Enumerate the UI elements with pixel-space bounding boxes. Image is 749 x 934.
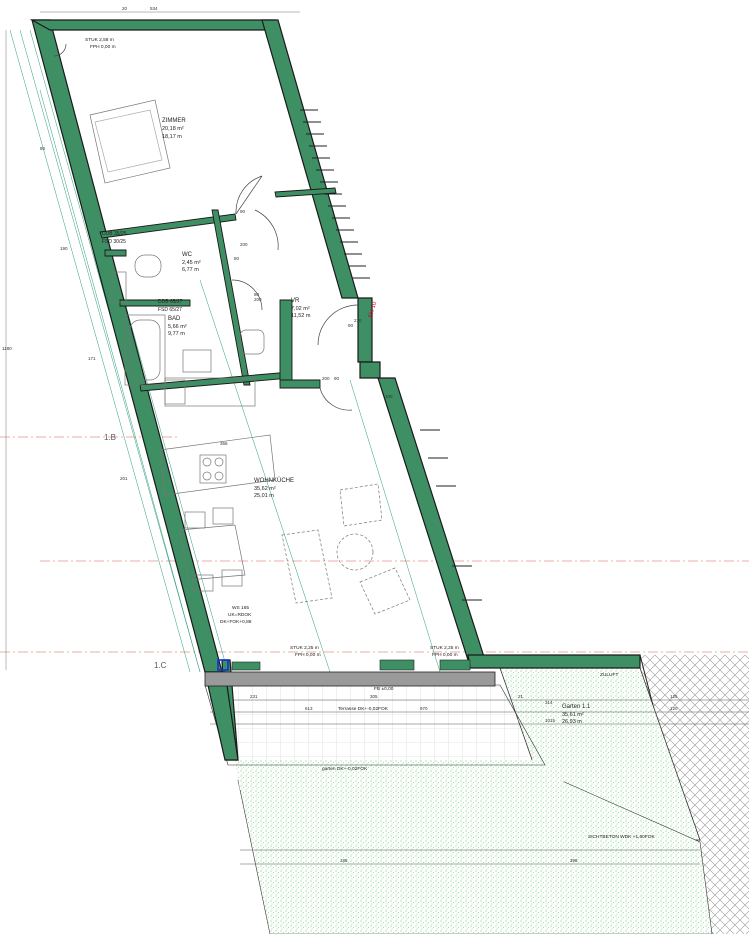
room-wc: WC 2,45 m² 6,77 m bbox=[182, 252, 201, 273]
dim-text: 970 bbox=[420, 706, 428, 711]
balcony-ticks bbox=[300, 109, 482, 601]
stuk-label: STUK 2,25 m bbox=[430, 645, 459, 651]
room-area: 7,02 m² bbox=[291, 306, 310, 312]
dim-text: 201 bbox=[120, 476, 128, 481]
room-perimeter: 6,77 m bbox=[182, 267, 199, 273]
window-spec: WS 165 bbox=[232, 605, 249, 611]
fph-label: FPH 0,00 m bbox=[295, 652, 321, 658]
ddb-label: DDB 35/25 bbox=[102, 231, 127, 237]
room-area: 20,18 m² bbox=[162, 126, 184, 132]
exterior-walls bbox=[29, 19, 641, 761]
dim-text: 398 bbox=[570, 858, 578, 863]
dim-text: 120 bbox=[670, 706, 678, 711]
dim-text: 100 bbox=[385, 394, 393, 399]
room-area: 2,45 m² bbox=[182, 260, 201, 266]
dim-text: 125 bbox=[670, 694, 678, 699]
fsd-label: FSD 30/25 bbox=[102, 239, 126, 245]
dim-text: 200 bbox=[240, 242, 248, 247]
room-area: 35,61 m² bbox=[562, 712, 584, 718]
room-name: WC bbox=[182, 252, 193, 258]
dim-text: 90 bbox=[334, 376, 340, 381]
dim-text: 534 bbox=[150, 6, 158, 11]
axis-lines bbox=[0, 436, 749, 653]
room-zimmer: ZIMMER 20,18 m² 18,17 m bbox=[162, 118, 186, 140]
room-perimeter: 9,77 m bbox=[168, 331, 185, 337]
axis-c-label: 1.C bbox=[154, 661, 167, 670]
room-bad: BAD 5,66 m² 9,77 m bbox=[168, 316, 187, 337]
dim-text: 171 bbox=[88, 356, 96, 361]
dim-text: 20 bbox=[122, 6, 128, 11]
window-spec: DK+FOK+0,88 bbox=[220, 619, 252, 625]
room-name: ZIMMER bbox=[162, 118, 186, 124]
dim-text: 305 bbox=[370, 694, 378, 699]
dim-text: 80 bbox=[40, 146, 46, 151]
room-wohnkueche: WOHNKÜCHE 35,62 m² 25,01 m bbox=[254, 477, 294, 499]
room-name: WOHNKÜCHE bbox=[254, 477, 294, 484]
sichtbeton-label: SICHTBETON WDK +1,60FOK bbox=[588, 834, 655, 840]
room-area: 35,62 m² bbox=[254, 486, 276, 492]
room-name: Garten 1.1 bbox=[562, 704, 591, 710]
dim-text: 366 bbox=[220, 441, 228, 446]
dim-text: 80 bbox=[234, 256, 240, 261]
dim-text: 1180 bbox=[2, 346, 12, 351]
dim-text: 185 bbox=[340, 858, 348, 863]
fsd-label: FSD 65/27 bbox=[158, 307, 182, 313]
dim-text: 231 bbox=[250, 694, 258, 699]
dim-text: 90 bbox=[348, 323, 354, 328]
dim-text: 21 bbox=[518, 694, 524, 699]
dim-text: 200 bbox=[254, 297, 262, 302]
room-perimeter: 25,01 m bbox=[254, 493, 274, 499]
dim-text: 200 bbox=[322, 376, 330, 381]
dim-text: 1015 bbox=[545, 718, 556, 723]
room-vr: VR 7,02 m² 11,52 m bbox=[291, 298, 311, 319]
room-name: VR bbox=[291, 298, 300, 304]
floor-plan: ZIMMER 20,18 m² 18,17 m WC 2,45 m² 6,77 … bbox=[0, 6, 749, 934]
stuk-label: STUK 2,58 m bbox=[85, 37, 114, 43]
room-perimeter: 11,52 m bbox=[291, 313, 311, 319]
axis-b-label: 1.B bbox=[104, 433, 116, 442]
fph-label: FPH 0,00 m bbox=[432, 652, 458, 658]
room-perimeter: 18,17 m bbox=[162, 134, 182, 140]
dim-text: 190 bbox=[60, 246, 68, 251]
room-perimeter: 26,93 m bbox=[562, 719, 582, 725]
dim-text: 210 bbox=[354, 318, 362, 323]
fph-label: FPH 0,00 m bbox=[90, 44, 116, 50]
dim-text: 314 bbox=[545, 700, 553, 705]
dim-text: 90 bbox=[240, 209, 246, 214]
garden-level: garten DK+-0,02FOK bbox=[322, 766, 368, 772]
room-name: BAD bbox=[168, 316, 181, 322]
terrace-edge bbox=[204, 659, 496, 687]
floor-level: FB ±0,00 bbox=[374, 686, 394, 692]
terrace-level: Terrasse DK+-0,02FOK bbox=[338, 706, 389, 712]
zuluft-label: ZULUFT bbox=[600, 672, 618, 678]
stuk-label: STUK 2,25 m bbox=[290, 645, 319, 651]
room-area: 5,66 m² bbox=[168, 324, 187, 330]
window-spec: UK=RDOK bbox=[228, 612, 252, 618]
dim-text: 613 bbox=[305, 706, 313, 711]
ddb-label: DDB 65/27 bbox=[158, 299, 183, 305]
